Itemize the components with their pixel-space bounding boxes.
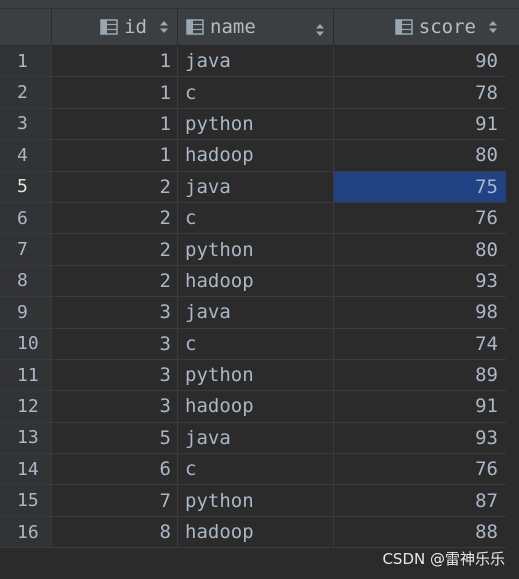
table-row[interactable]: 16 8 hadoop 88 [0, 516, 519, 549]
cell-name[interactable]: python [178, 108, 334, 141]
row-number[interactable]: 2 [0, 77, 52, 109]
table-row[interactable]: 3 1 python 91 [0, 108, 519, 141]
row-number[interactable]: 15 [0, 485, 52, 517]
cell-id[interactable]: 2 [52, 265, 178, 298]
table-row[interactable]: 8 2 hadoop 93 [0, 265, 519, 298]
cell-name[interactable]: java [178, 171, 334, 203]
cell-id[interactable]: 3 [52, 297, 178, 329]
cell-name[interactable]: python [178, 485, 334, 517]
table-row[interactable]: 10 3 c 74 [0, 328, 519, 360]
cell-id[interactable]: 3 [52, 328, 178, 360]
cell-score[interactable]: 80 [334, 234, 506, 266]
table-row[interactable]: 9 3 java 98 [0, 297, 519, 329]
cell-name[interactable]: c [178, 328, 334, 360]
cell-name[interactable]: python [178, 234, 334, 266]
table-row-selected[interactable]: 5 2 java 75 [0, 171, 519, 203]
cell-score[interactable]: 80 [334, 140, 506, 172]
sort-control[interactable] [315, 20, 325, 42]
cell-id[interactable]: 3 [52, 359, 178, 392]
cell-score[interactable]: 91 [334, 109, 506, 141]
cell-score[interactable]: 87 [334, 485, 506, 517]
table-row[interactable]: 2 1 c 78 [0, 77, 519, 109]
column-header-score[interactable]: score [334, 9, 506, 45]
table-row[interactable]: 12 3 hadoop 91 [0, 391, 519, 423]
row-number[interactable]: 7 [0, 234, 52, 266]
table-row[interactable]: 6 2 c 76 [0, 202, 519, 235]
sort-arrows-icon[interactable] [488, 20, 498, 34]
row-number[interactable]: 13 [0, 422, 52, 455]
cell-score[interactable]: 90 [334, 46, 506, 78]
cell-name[interactable]: python [178, 359, 334, 392]
table-row[interactable]: 13 5 java 93 [0, 422, 519, 455]
table-row[interactable]: 1 1 java 90 [0, 46, 519, 78]
row-number[interactable]: 14 [0, 454, 52, 486]
cell-score[interactable]: 98 [334, 297, 506, 329]
cell-name[interactable]: hadoop [178, 391, 334, 423]
toolbar-strip [0, 0, 519, 9]
row-number[interactable]: 11 [0, 359, 52, 392]
row-number[interactable]: 10 [0, 328, 52, 360]
cell-score[interactable]: 76 [334, 454, 506, 486]
table-row[interactable]: 14 6 c 76 [0, 454, 519, 486]
cell-id[interactable]: 2 [52, 234, 178, 266]
cell-id[interactable]: 2 [52, 171, 178, 203]
cell-name[interactable]: c [178, 454, 334, 486]
column-header-id[interactable]: id [52, 9, 178, 45]
cell-id[interactable]: 1 [52, 140, 178, 172]
cell-id[interactable]: 2 [52, 202, 178, 235]
data-grid: id name score 1 1 java 90 2 1 c 78 3 1 p… [0, 0, 519, 579]
row-number[interactable]: 4 [0, 140, 52, 172]
table-row[interactable]: 7 2 python 80 [0, 234, 519, 266]
row-number[interactable]: 12 [0, 391, 52, 423]
grid-body: 1 1 java 90 2 1 c 78 3 1 python 91 4 1 h… [0, 46, 519, 549]
grid-header: id name score [0, 9, 519, 46]
row-number[interactable]: 16 [0, 516, 52, 549]
sort-arrows-icon[interactable] [159, 20, 169, 34]
watermark: CSDN @雷神乐乐 [382, 550, 505, 568]
column-label-name: name [210, 16, 256, 38]
row-number[interactable]: 3 [0, 108, 52, 141]
cell-name[interactable]: hadoop [178, 265, 334, 298]
table-column-icon [100, 19, 118, 35]
cell-score-selected[interactable]: 75 [334, 171, 506, 203]
cell-score[interactable]: 76 [334, 203, 506, 235]
cell-score[interactable]: 74 [334, 329, 506, 360]
cell-id[interactable]: 1 [52, 46, 178, 78]
column-label-id: id [124, 16, 147, 38]
cell-name[interactable]: hadoop [178, 140, 334, 172]
cell-name[interactable]: java [178, 422, 334, 455]
table-column-icon [186, 19, 204, 35]
sort-arrows-icon[interactable] [315, 23, 325, 37]
cell-id[interactable]: 1 [52, 108, 178, 141]
row-number[interactable]: 1 [0, 46, 52, 78]
cell-score[interactable]: 88 [334, 517, 506, 549]
cell-name[interactable]: c [178, 77, 334, 109]
cell-id[interactable]: 5 [52, 422, 178, 455]
cell-score[interactable]: 78 [334, 77, 506, 109]
cell-id[interactable]: 8 [52, 516, 178, 549]
row-number[interactable]: 6 [0, 202, 52, 235]
table-row[interactable]: 11 3 python 89 [0, 359, 519, 392]
cell-score[interactable]: 91 [334, 391, 506, 423]
cell-score[interactable]: 93 [334, 266, 506, 298]
row-number[interactable]: 5 [0, 171, 52, 203]
cell-id[interactable]: 3 [52, 391, 178, 423]
cell-score[interactable]: 89 [334, 360, 506, 392]
cell-name[interactable]: c [178, 202, 334, 235]
row-number[interactable]: 8 [0, 265, 52, 298]
cell-name[interactable]: java [178, 46, 334, 78]
cell-id[interactable]: 7 [52, 485, 178, 517]
row-number-header [0, 9, 52, 45]
table-column-icon [395, 19, 413, 35]
cell-score[interactable]: 93 [334, 423, 506, 455]
column-header-name[interactable]: name [178, 9, 334, 45]
cell-id[interactable]: 6 [52, 454, 178, 486]
cell-name[interactable]: hadoop [178, 516, 334, 549]
cell-name[interactable]: java [178, 297, 334, 329]
cell-id[interactable]: 1 [52, 77, 178, 109]
table-row[interactable]: 4 1 hadoop 80 [0, 140, 519, 172]
table-row[interactable]: 15 7 python 87 [0, 485, 519, 517]
column-label-score: score [418, 16, 476, 38]
row-number[interactable]: 9 [0, 297, 52, 329]
